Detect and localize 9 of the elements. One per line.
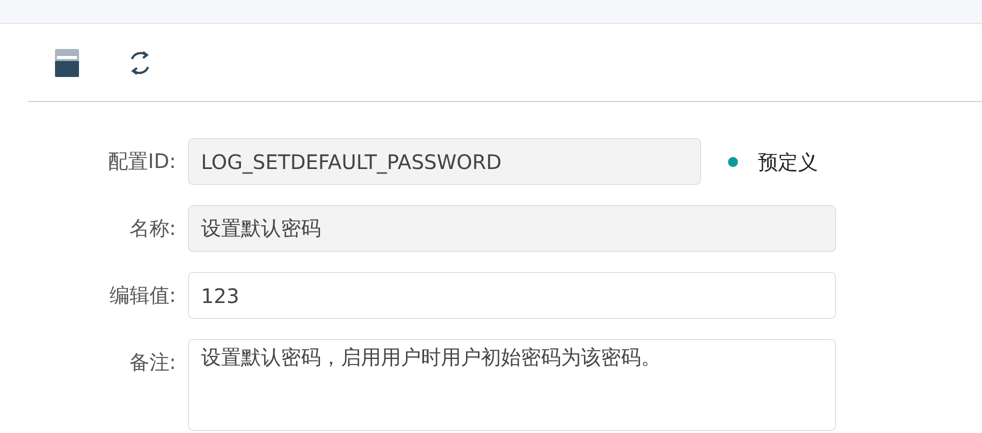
status-label: 预定义: [758, 148, 818, 176]
field-label: 名称:: [128, 215, 177, 242]
text-field[interactable]: 123: [188, 272, 836, 319]
field-label: 编辑值:: [108, 282, 177, 309]
field-label: 备注:: [128, 349, 177, 376]
save-icon: [55, 48, 79, 76]
save-button[interactable]: [53, 48, 81, 78]
field-label: 配置ID:: [106, 148, 177, 175]
remark-field[interactable]: 设置默认密码，启用用户时用户初始密码为该密码。: [188, 339, 836, 431]
